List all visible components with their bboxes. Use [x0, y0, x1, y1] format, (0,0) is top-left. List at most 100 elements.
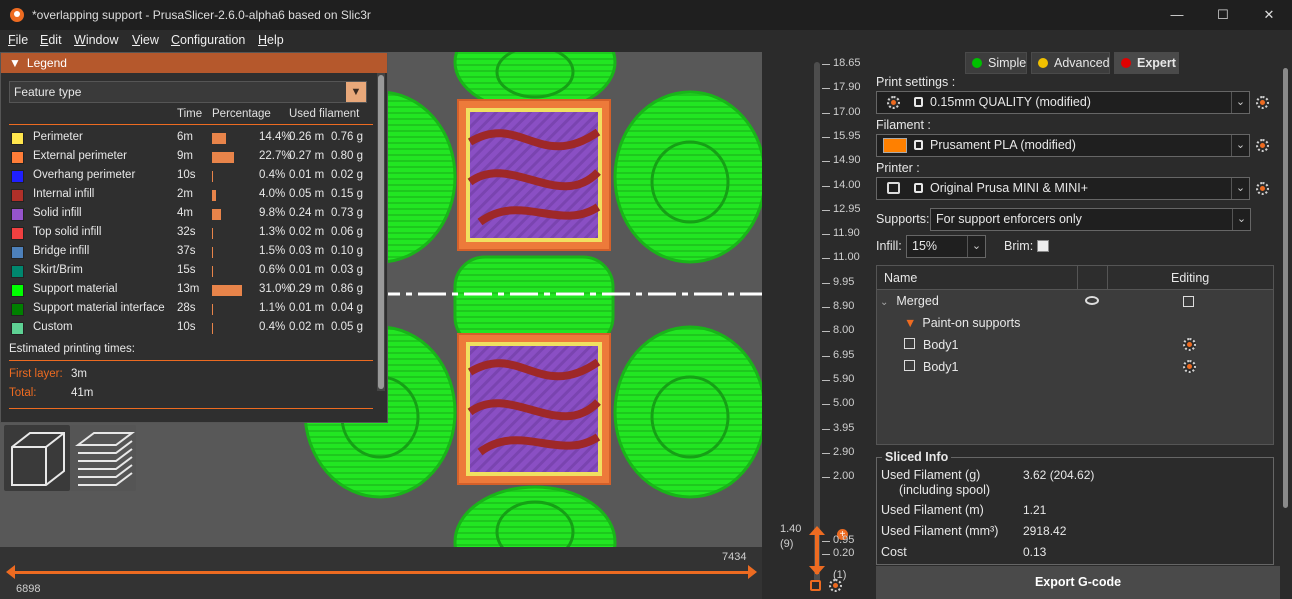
feature-percentage-bar — [212, 228, 213, 239]
supports-select[interactable]: For support enforcers only ⌄ — [930, 208, 1251, 231]
col-percentage: Percentage — [212, 108, 271, 120]
feature-row[interactable]: Skirt/Brim 15s 0.6% 0.01 m 0.03 g — [9, 262, 373, 281]
menu-view[interactable]: View — [132, 33, 159, 47]
vertical-slider-bottom-layer: (1) — [833, 569, 847, 581]
feature-color-swatch — [11, 246, 24, 259]
filament-color-swatch[interactable] — [883, 138, 907, 153]
eye-icon[interactable] — [1085, 296, 1099, 305]
menu-help-mnemonic: H — [258, 33, 268, 47]
3d-view-button[interactable] — [4, 425, 70, 491]
object-row-body1[interactable]: Body1 — [904, 338, 958, 352]
filament-gear-icon[interactable] — [1256, 139, 1269, 152]
print-settings-gear-icon[interactable] — [1256, 96, 1269, 109]
feature-row[interactable]: Support material 13m 31.0% 0.29 m 0.86 g — [9, 281, 373, 300]
feature-name: Custom — [33, 321, 73, 333]
menu-configuration-label: onfiguration — [180, 33, 246, 47]
feature-row[interactable]: Custom 10s 0.4% 0.02 m 0.05 g — [9, 319, 373, 338]
feature-percentage-bar — [212, 209, 221, 220]
infill-label: Infill: — [876, 239, 902, 253]
feature-used-m: 0.01 m — [289, 169, 325, 181]
vertical-slider-tick — [822, 209, 830, 211]
feature-used-m: 0.03 m — [289, 245, 325, 257]
feature-percentage: 22.7% — [259, 150, 292, 162]
object-name: Body1 — [923, 338, 959, 352]
feature-time: 10s — [177, 169, 196, 181]
vertical-slider-label: 5.00 — [833, 397, 855, 410]
estimated-divider-top — [9, 360, 373, 361]
feature-row[interactable]: Internal infill 2m 4.0% 0.05 m 0.15 g — [9, 186, 373, 205]
mode-expert-button[interactable]: Expert — [1114, 52, 1179, 74]
chevron-down-icon: ⌄ — [1231, 92, 1249, 113]
printer-label: Printer : — [876, 161, 920, 175]
vertical-slider-tick — [822, 282, 830, 284]
infill-select[interactable]: 15% ⌄ — [906, 235, 986, 258]
menu-edit[interactable]: Edit — [40, 33, 62, 47]
object-list-header: Name Editing — [877, 266, 1273, 290]
feature-row[interactable]: Support material interface 28s 1.1% 0.01 m 0… — [9, 300, 373, 319]
maximize-button[interactable]: ☐ — [1200, 0, 1246, 30]
object-row-body1-2[interactable]: Body1 — [904, 360, 958, 374]
first-layer-value: 3m — [71, 368, 87, 380]
feature-row[interactable]: Bridge infill 37s 1.5% 0.03 m 0.10 g — [9, 243, 373, 262]
menu-window-mnemonic: W — [74, 33, 86, 47]
horizontal-slider-left-thumb[interactable] — [6, 565, 15, 579]
unlock-icon[interactable] — [810, 580, 821, 591]
layers-icon — [75, 432, 135, 486]
header-divider — [9, 124, 373, 125]
feature-time: 2m — [177, 188, 193, 200]
feature-color-swatch — [11, 132, 24, 145]
horizontal-slider-track[interactable] — [12, 571, 752, 574]
vertical-slider-upper-thumb[interactable] — [809, 526, 825, 535]
mode-simple-button[interactable]: Simple — [965, 52, 1027, 74]
menu-window[interactable]: Window — [74, 33, 118, 47]
mode-expert-label: Expert — [1137, 56, 1176, 70]
feature-used-g: 0.15 g — [331, 188, 363, 200]
export-gcode-button[interactable]: Export G-code — [876, 566, 1280, 599]
sliced-info-title: Sliced Info — [882, 450, 952, 464]
horizontal-slider-right-value: 7434 — [722, 551, 747, 563]
feature-percentage: 1.5% — [259, 245, 286, 257]
menu-file[interactable]: File — [8, 33, 28, 47]
menu-help[interactable]: Help — [258, 33, 284, 47]
horizontal-slider-right-thumb[interactable] — [748, 565, 757, 579]
brim-checkbox[interactable] — [1037, 240, 1049, 252]
feature-used-m: 0.01 m — [289, 264, 325, 276]
collapse-icon[interactable]: ⌄ — [880, 297, 888, 308]
feature-row[interactable]: Solid infill 4m 9.8% 0.24 m 0.73 g — [9, 205, 373, 224]
feature-row[interactable]: Overhang perimeter 10s 0.4% 0.01 m 0.02 g — [9, 167, 373, 186]
object-row-paint-on-supports[interactable]: ▼ Paint-on supports — [904, 316, 1020, 330]
preview-button[interactable] — [70, 425, 136, 491]
printer-select[interactable]: Original Prusa MINI & MINI+ ⌄ — [876, 177, 1250, 200]
legend-scrollbar-thumb[interactable] — [378, 75, 384, 389]
part-settings-gear-icon[interactable] — [1183, 338, 1196, 351]
object-row-merged[interactable]: ⌄ Merged — [880, 294, 939, 308]
feature-name: Bridge infill — [33, 245, 90, 257]
col-editing[interactable]: Editing — [1171, 271, 1209, 285]
vertical-slider-track[interactable] — [814, 62, 820, 582]
minimize-button[interactable]: — — [1154, 0, 1200, 30]
feature-row[interactable]: External perimeter 9m 22.7% 0.27 m 0.80 g — [9, 148, 373, 167]
feature-used-g: 0.06 g — [331, 226, 363, 238]
lock-icon — [914, 97, 923, 107]
feature-row[interactable]: Perimeter 6m 14.4% 0.26 m 0.76 g — [9, 129, 373, 148]
expert-mode-icon — [1121, 58, 1131, 68]
filament-select[interactable]: Prusament PLA (modified) ⌄ — [876, 134, 1250, 157]
sidebar-scrollbar-thumb[interactable] — [1283, 68, 1288, 508]
printer-gear-icon[interactable] — [1256, 182, 1269, 195]
feature-name: Top solid infill — [33, 226, 102, 238]
mode-advanced-button[interactable]: Advanced — [1031, 52, 1110, 74]
part-settings-gear-icon[interactable] — [1183, 360, 1196, 373]
filament-label: Filament : — [876, 118, 931, 132]
print-settings-select[interactable]: 0.15mm QUALITY (modified) ⌄ — [876, 91, 1250, 114]
vertical-slider-lower-thumb[interactable] — [809, 566, 825, 575]
feature-percentage: 1.1% — [259, 302, 286, 314]
edit-object-icon[interactable] — [1183, 296, 1194, 307]
feature-row[interactable]: Top solid infill 32s 1.3% 0.02 m 0.06 g — [9, 224, 373, 243]
legend-header[interactable]: ▼ Legend — [1, 53, 387, 73]
feature-name: Solid infill — [33, 207, 82, 219]
col-name[interactable]: Name — [884, 271, 917, 285]
menu-configuration[interactable]: Configuration — [171, 33, 245, 47]
view-type-select[interactable]: Feature type ▼ — [9, 81, 367, 103]
close-button[interactable]: ✕ — [1246, 0, 1292, 30]
print-settings-value: 0.15mm QUALITY (modified) — [930, 95, 1091, 109]
